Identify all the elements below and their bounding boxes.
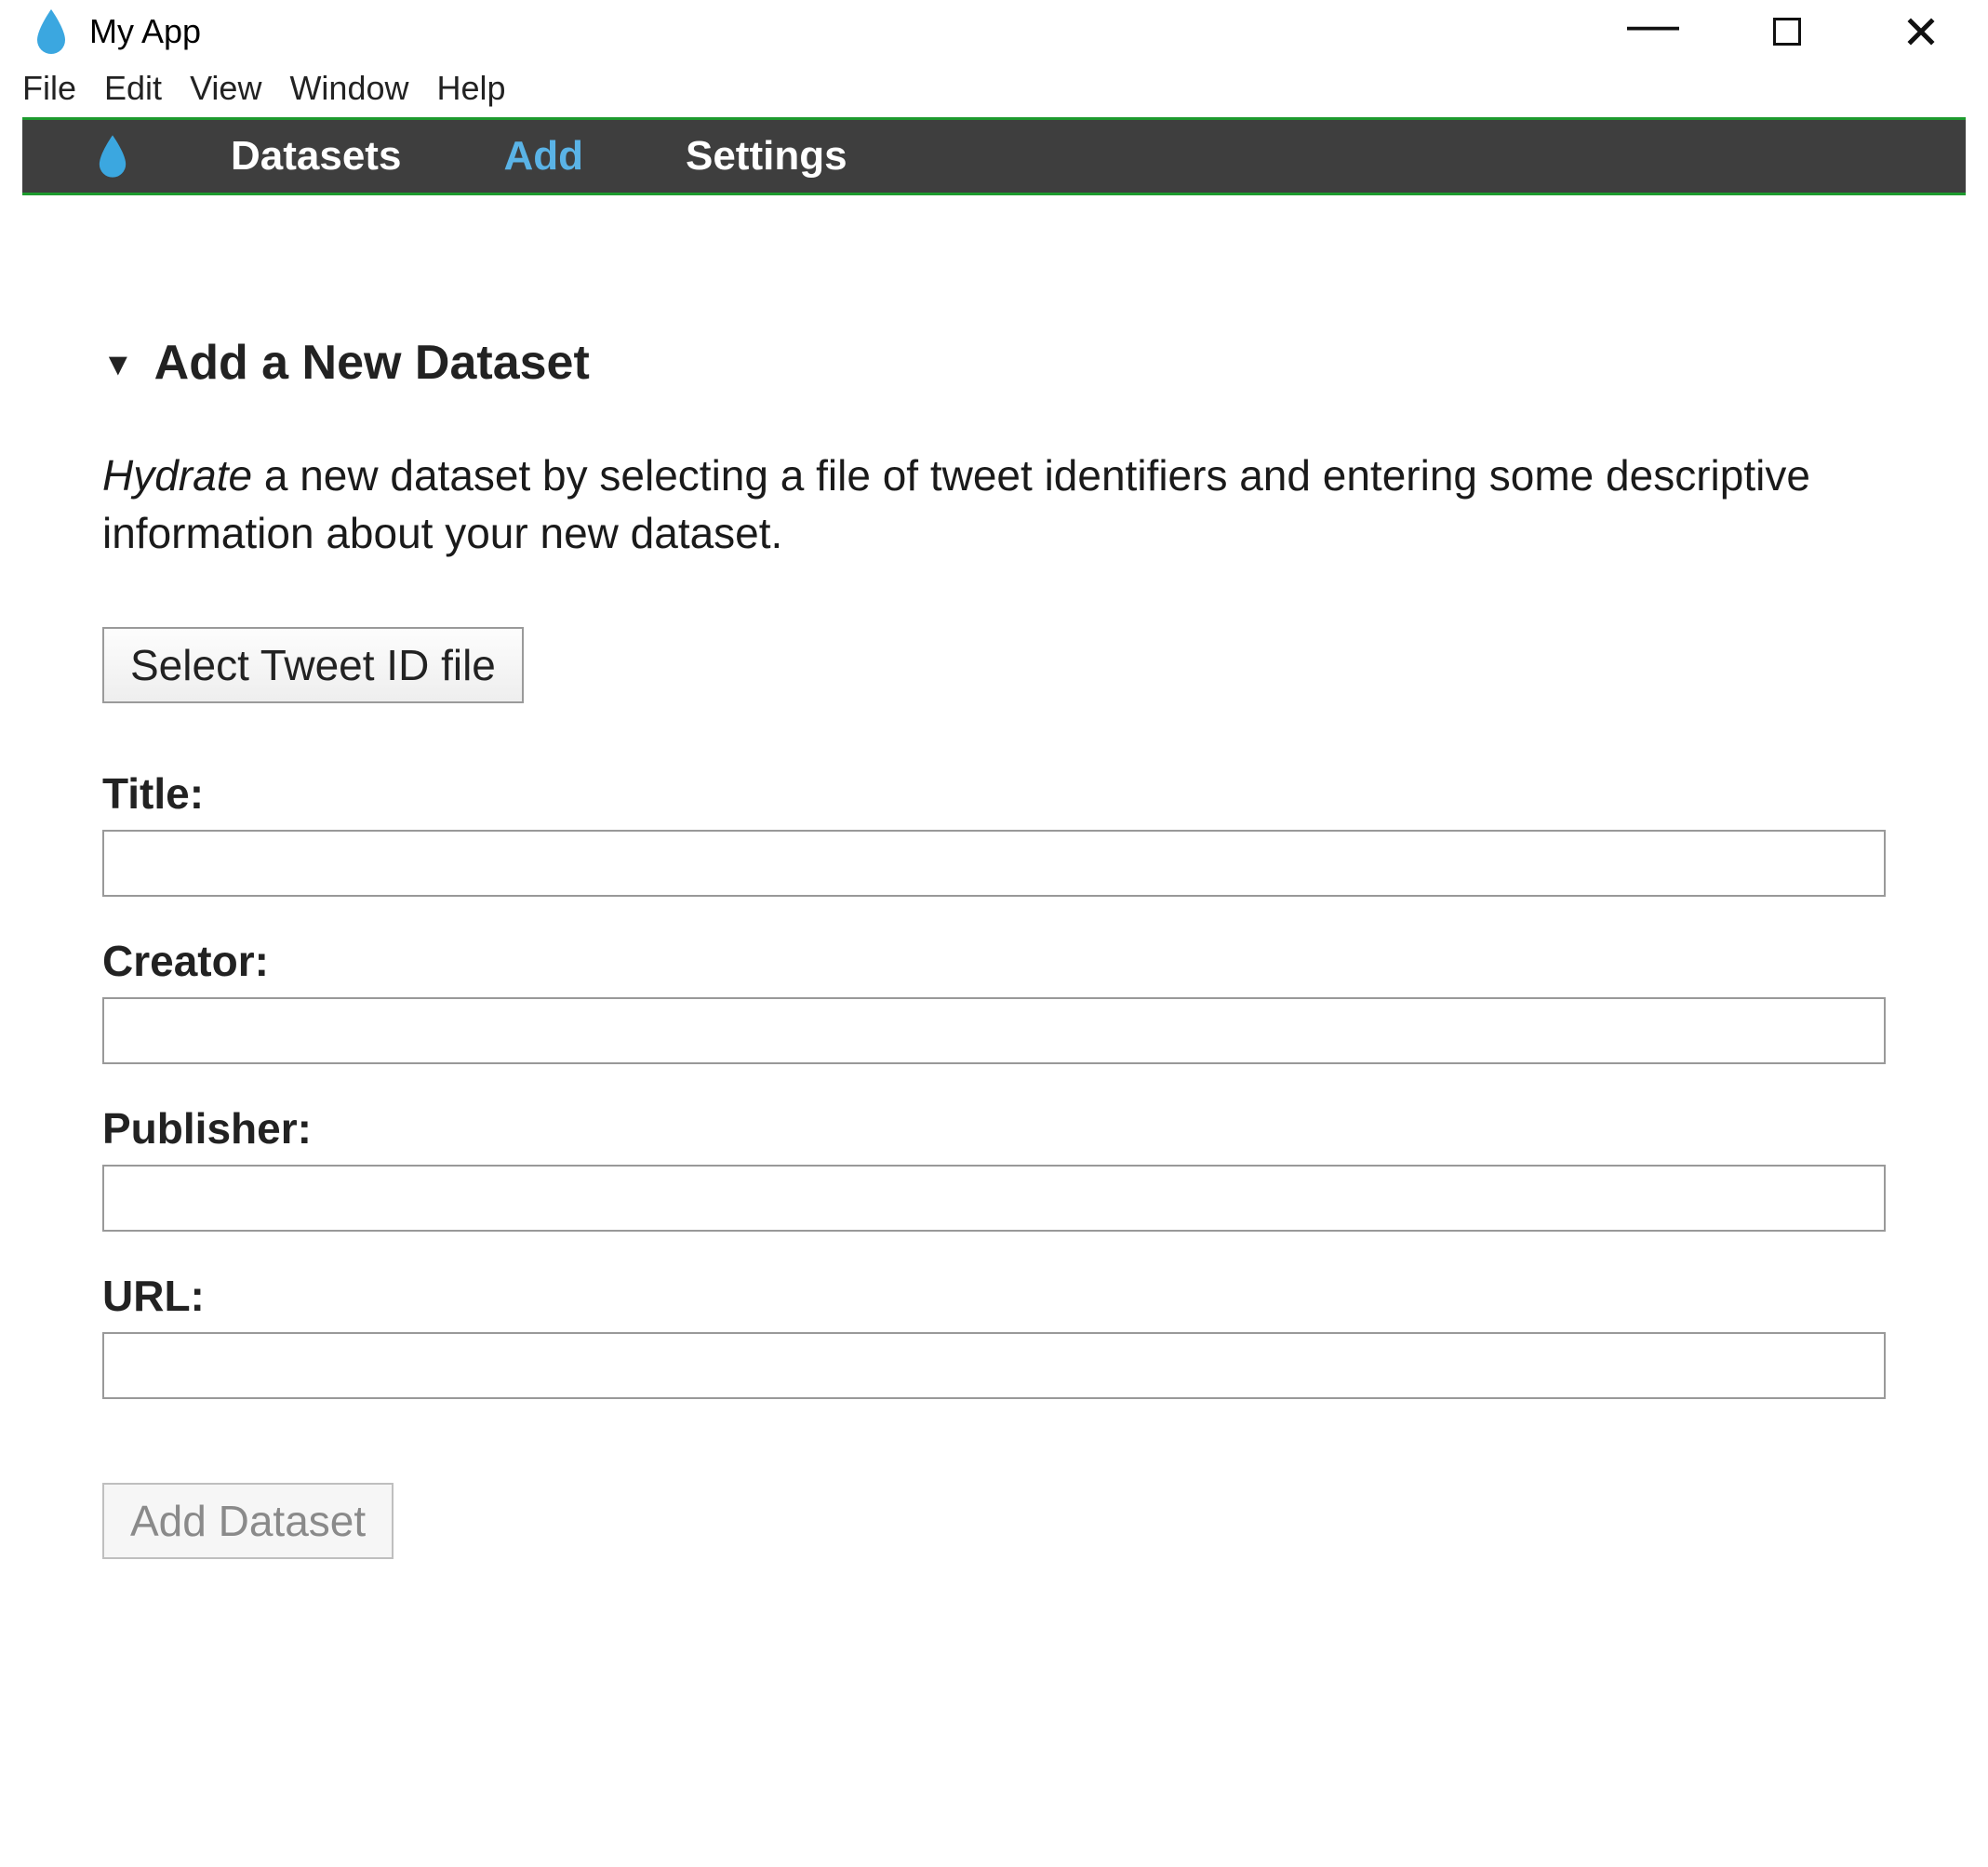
select-file-button[interactable]: Select Tweet ID file (102, 627, 524, 703)
nav-add[interactable]: Add (503, 133, 583, 180)
minimize-icon[interactable]: — (1636, 7, 1670, 41)
menu-window[interactable]: Window (289, 69, 408, 108)
menubar: File Edit View Window Help (0, 63, 1988, 117)
app-nav: Datasets Add Settings (22, 117, 1966, 195)
droplet-icon (33, 9, 69, 54)
description-rest: a new dataset by selecting a file of twe… (102, 451, 1810, 557)
titlebar: My App — (0, 0, 1988, 63)
triangle-down-icon: ▼ (102, 347, 134, 383)
menu-file[interactable]: File (22, 69, 76, 108)
submit-row: Add Dataset (102, 1483, 1886, 1559)
creator-input[interactable] (102, 997, 1886, 1064)
field-creator: Creator: (102, 936, 1886, 1064)
creator-label: Creator: (102, 936, 1886, 986)
add-dataset-button[interactable]: Add Dataset (102, 1483, 394, 1559)
close-icon[interactable] (1904, 15, 1938, 48)
publisher-input[interactable] (102, 1165, 1886, 1232)
menu-help[interactable]: Help (437, 69, 506, 108)
title-input[interactable] (102, 830, 1886, 897)
publisher-label: Publisher: (102, 1103, 1886, 1154)
url-label: URL: (102, 1271, 1886, 1321)
nav-datasets[interactable]: Datasets (231, 133, 401, 180)
section-description: Hydrate a new dataset by selecting a fil… (102, 447, 1842, 562)
content: ▼ Add a New Dataset Hydrate a new datase… (0, 195, 1988, 1615)
field-publisher: Publisher: (102, 1103, 1886, 1232)
droplet-icon (97, 134, 128, 179)
window-controls: — (1636, 15, 1966, 48)
field-title: Title: (102, 768, 1886, 897)
nav-settings[interactable]: Settings (686, 133, 847, 180)
field-url: URL: (102, 1271, 1886, 1399)
url-input[interactable] (102, 1332, 1886, 1399)
menu-edit[interactable]: Edit (104, 69, 162, 108)
maximize-icon[interactable] (1770, 15, 1804, 48)
app-title: My App (89, 12, 201, 51)
section-title: Add a New Dataset (154, 335, 590, 391)
titlebar-left: My App (33, 9, 201, 54)
menu-view[interactable]: View (190, 69, 261, 108)
section-header[interactable]: ▼ Add a New Dataset (102, 335, 1886, 391)
title-label: Title: (102, 768, 1886, 819)
description-lead: Hydrate (102, 451, 252, 500)
